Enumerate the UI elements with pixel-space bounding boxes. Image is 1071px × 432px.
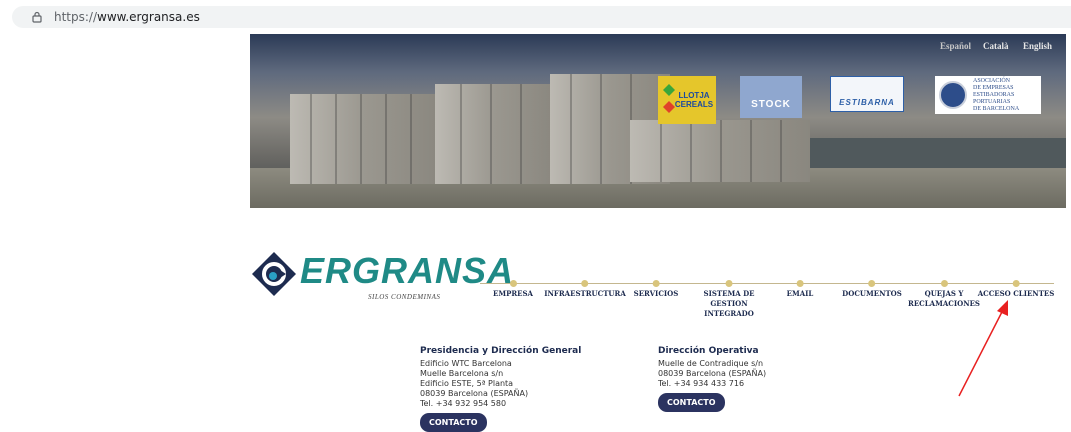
contact-operativa: Dirección Operativa Muelle de Contradiqu… bbox=[658, 346, 766, 412]
llotja-cereals-logo[interactable]: LLOTJA CEREALS bbox=[658, 76, 716, 124]
contact-line: Muelle Barcelona s/n bbox=[420, 369, 504, 378]
estibarna-logo[interactable]: ESTIBARNA bbox=[830, 76, 904, 112]
contact-line: Edificio WTC Barcelona bbox=[420, 359, 512, 368]
nav-empresa[interactable]: EMPRESA bbox=[493, 280, 533, 299]
silo-building bbox=[435, 84, 555, 184]
contact-line: Tel. +34 934 433 716 bbox=[658, 379, 745, 388]
nav-servicios[interactable]: SERVICIOS bbox=[634, 280, 678, 299]
nav-dot bbox=[581, 280, 589, 287]
ergransa-logo[interactable]: ERGRANSA SILOS CONDEMINAS bbox=[252, 246, 513, 306]
contact-title: Dirección Operativa bbox=[658, 346, 759, 356]
ergransa-logo-icon bbox=[252, 252, 296, 296]
address-bar[interactable]: https://www.ergransa.es bbox=[12, 6, 1071, 28]
nav-dot bbox=[652, 280, 660, 287]
contact-presidencia: Presidencia y Dirección General Edificio… bbox=[420, 346, 581, 432]
nav-infraestructura[interactable]: INFRAESTRUCTURA bbox=[544, 280, 626, 299]
url-host: www.ergransa.es bbox=[97, 10, 200, 24]
nav-documentos[interactable]: DOCUMENTOS bbox=[842, 280, 902, 299]
contacto-button-presidencia[interactable]: CONTACTO bbox=[420, 413, 487, 432]
lang-english-link[interactable]: English bbox=[1023, 41, 1052, 51]
lock-icon[interactable] bbox=[26, 6, 48, 28]
nav-dot bbox=[940, 280, 948, 287]
contact-line: 08039 Barcelona (ESPAÑA) bbox=[658, 369, 767, 378]
silo-building bbox=[290, 94, 440, 184]
contact-title: Presidencia y Dirección General bbox=[420, 346, 582, 356]
seal-icon bbox=[939, 81, 967, 109]
header-banner: Español Català English LLOTJA CEREALS ST… bbox=[250, 34, 1066, 208]
estibarna-logo-text: ESTIBARNA bbox=[839, 97, 895, 107]
diamond-icon bbox=[663, 84, 675, 113]
nav-dot bbox=[868, 280, 876, 287]
url-text[interactable]: https://www.ergransa.es bbox=[54, 10, 200, 24]
contact-line: Tel. +34 932 954 580 bbox=[420, 399, 507, 408]
stock-logo-text: STOCK bbox=[751, 98, 791, 110]
brand-subtitle: SILOS CONDEMINAS bbox=[368, 293, 441, 301]
contact-line: 08039 Barcelona (ESPAÑA) bbox=[420, 389, 529, 398]
annotation-arrow-icon bbox=[958, 300, 1008, 397]
stock-logo[interactable]: STOCK bbox=[740, 76, 802, 118]
nav-dot bbox=[725, 280, 733, 287]
asociacion-logo-text: ASOCIACIÓN DE EMPRESAS ESTIBADORAS PORTU… bbox=[973, 77, 1020, 112]
contacto-button-operativa[interactable]: CONTACTO bbox=[658, 393, 725, 412]
brand-name: ERGRANSA bbox=[300, 250, 515, 291]
nav-dot bbox=[796, 280, 804, 287]
nav-email[interactable]: EMAIL bbox=[787, 280, 813, 299]
silo-building bbox=[630, 120, 810, 182]
contact-line: Muelle de Contradique s/n bbox=[658, 359, 764, 368]
url-protocol: https:// bbox=[54, 10, 98, 24]
lang-espanol-link[interactable]: Español bbox=[940, 41, 971, 51]
lang-catala-link[interactable]: Català bbox=[983, 41, 1009, 51]
nav-dot bbox=[1012, 280, 1020, 287]
nav-sistema-gestion[interactable]: SISTEMA DE GESTION INTEGRADO bbox=[704, 280, 754, 319]
asociacion-logo[interactable]: ASOCIACIÓN DE EMPRESAS ESTIBADORAS PORTU… bbox=[935, 76, 1041, 114]
nav-dot bbox=[509, 280, 517, 287]
llotja-logo-text: LLOTJA CEREALS bbox=[674, 91, 714, 109]
contact-line: Edificio ESTE, 5ª Planta bbox=[420, 379, 514, 388]
